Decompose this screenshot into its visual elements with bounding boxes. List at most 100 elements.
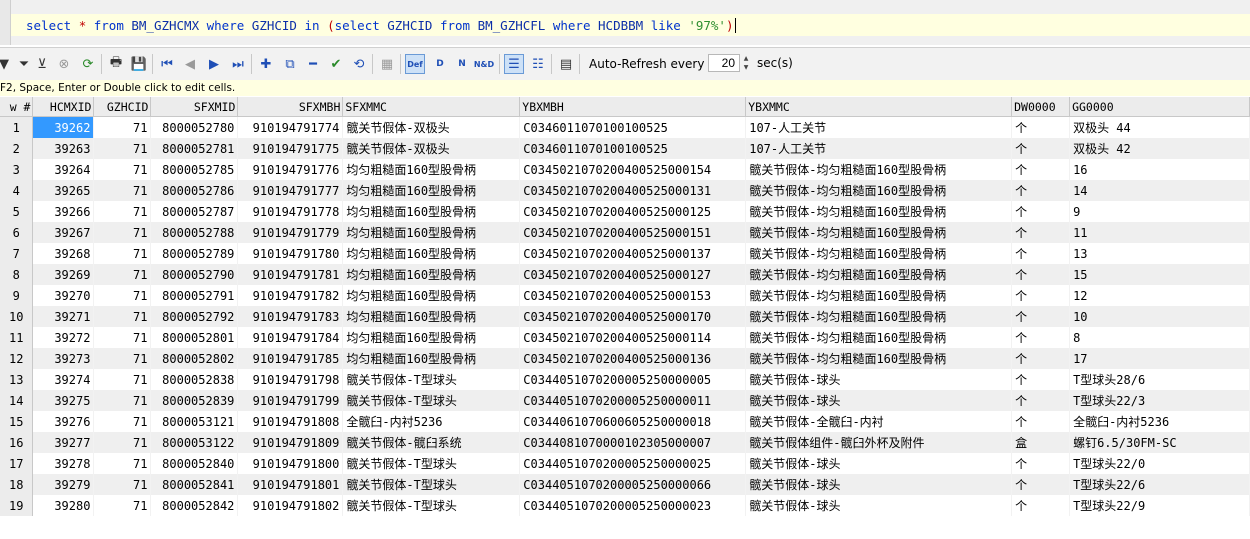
table-cell[interactable]: 8 bbox=[1069, 327, 1250, 348]
column-header-gzhcid[interactable]: GZHCID bbox=[93, 97, 152, 117]
row-number[interactable]: 10 bbox=[0, 306, 34, 327]
table-cell[interactable]: 910194791809 bbox=[237, 432, 344, 453]
table-row[interactable]: 14 39275 71 8000052839 910194791799 髋关节假体-T型球… bbox=[0, 390, 1250, 411]
table-cell[interactable]: 髋关节假体-均匀粗糙面160型股骨柄 bbox=[745, 348, 1013, 369]
table-cell[interactable]: C0345021070200400525000136 bbox=[519, 348, 747, 369]
table-cell[interactable]: 71 bbox=[93, 306, 152, 327]
table-cell[interactable]: 39262 bbox=[32, 116, 95, 138]
table-cell[interactable]: 71 bbox=[93, 243, 152, 264]
table-cell[interactable]: 均匀粗糙面160型股骨柄 bbox=[342, 285, 521, 306]
table-cell[interactable]: 39265 bbox=[32, 180, 95, 201]
table-cell[interactable]: T型球头22/3 bbox=[1069, 390, 1250, 411]
table-cell[interactable]: 均匀粗糙面160型股骨柄 bbox=[342, 348, 521, 369]
table-cell[interactable]: 910194791799 bbox=[237, 390, 344, 411]
table-cell[interactable]: C0345021070200400525000131 bbox=[519, 180, 747, 201]
filter-icon[interactable]: ⏷ bbox=[14, 54, 34, 74]
table-cell[interactable]: C0345021070200400525000127 bbox=[519, 264, 747, 285]
table-cell[interactable]: 39272 bbox=[32, 327, 95, 348]
table-cell[interactable]: 39277 bbox=[32, 432, 95, 453]
table-cell[interactable]: 14 bbox=[1069, 180, 1250, 201]
refresh-record-icon[interactable]: ⟲ bbox=[349, 54, 369, 74]
table-cell[interactable]: 髋关节假体-T型球头 bbox=[342, 474, 521, 495]
table-cell[interactable]: 39269 bbox=[32, 264, 95, 285]
table-cell[interactable]: 髋关节假体-均匀粗糙面160型股骨柄 bbox=[745, 222, 1013, 243]
table-cell[interactable]: 71 bbox=[93, 116, 152, 138]
table-cell[interactable]: 髋关节假体-均匀粗糙面160型股骨柄 bbox=[745, 306, 1013, 327]
table-cell[interactable]: 个 bbox=[1011, 222, 1071, 243]
table-cell[interactable]: 髋关节假体-均匀粗糙面160型股骨柄 bbox=[745, 285, 1013, 306]
table-row[interactable]: 5 39266 71 8000052787 910194791778 均匀粗糙面160型股… bbox=[0, 201, 1250, 222]
sql-editor[interactable]: select * from BM_GZHCMX where GZHCID in … bbox=[0, 0, 1250, 45]
row-number[interactable]: 4 bbox=[0, 180, 34, 201]
table-cell[interactable]: 39279 bbox=[32, 474, 95, 495]
table-cell[interactable]: 髋关节假体-均匀粗糙面160型股骨柄 bbox=[745, 180, 1013, 201]
table-cell[interactable]: 11 bbox=[1069, 222, 1250, 243]
table-cell[interactable]: 8000053122 bbox=[150, 432, 239, 453]
table-cell[interactable]: 全髋臼-内衬5236 bbox=[342, 411, 521, 432]
column-header-sfxmmc[interactable]: SFXMMC bbox=[342, 97, 521, 117]
table-cell[interactable]: 8000053121 bbox=[150, 411, 239, 432]
table-cell[interactable]: 71 bbox=[93, 264, 152, 285]
table-cell[interactable]: 髋关节假体-球头 bbox=[745, 453, 1013, 474]
table-cell[interactable]: 髋关节假体-球头 bbox=[745, 495, 1013, 516]
table-cell[interactable]: 髋关节假体-球头 bbox=[745, 474, 1013, 495]
table-cell[interactable]: T型球头22/6 bbox=[1069, 474, 1250, 495]
table-cell[interactable]: 个 bbox=[1011, 243, 1071, 264]
last-record-icon[interactable]: ⏭ bbox=[228, 54, 248, 74]
row-number[interactable]: 11 bbox=[0, 327, 34, 348]
table-row[interactable]: 13 39274 71 8000052838 910194791798 髋关节假体-T型球… bbox=[0, 369, 1250, 390]
column-header-sfxmbh[interactable]: SFXMBH bbox=[237, 97, 344, 117]
table-cell[interactable]: 39268 bbox=[32, 243, 95, 264]
cancel-icon[interactable]: ⊗ bbox=[54, 54, 74, 74]
table-cell[interactable]: C0345021070200400525000154 bbox=[519, 159, 747, 180]
table-cell[interactable]: 39275 bbox=[32, 390, 95, 411]
table-cell[interactable]: 910194791781 bbox=[237, 264, 344, 285]
row-number[interactable]: 7 bbox=[0, 243, 34, 264]
form-view-icon[interactable]: ☷ bbox=[528, 54, 548, 74]
column-header-ybxmmc[interactable]: YBXMMC bbox=[745, 97, 1013, 117]
table-cell[interactable]: 8000052840 bbox=[150, 453, 239, 474]
table-cell[interactable]: 8000052789 bbox=[150, 243, 239, 264]
table-cell[interactable]: 个 bbox=[1011, 201, 1071, 222]
row-number[interactable]: 14 bbox=[0, 390, 34, 411]
table-cell[interactable]: 个 bbox=[1011, 138, 1071, 159]
next-record-icon[interactable]: ▶ bbox=[204, 54, 224, 74]
row-number[interactable]: 12 bbox=[0, 348, 34, 369]
table-cell[interactable]: 71 bbox=[93, 411, 152, 432]
table-cell[interactable]: 910194791798 bbox=[237, 369, 344, 390]
table-cell[interactable]: 个 bbox=[1011, 327, 1071, 348]
table-cell[interactable]: 螺钉6.5/30FM-SC bbox=[1069, 432, 1250, 453]
table-row[interactable]: 12 39273 71 8000052802 910194791785 均匀粗糙面160型… bbox=[0, 348, 1250, 369]
duplicate-record-icon[interactable]: ⧉ bbox=[280, 54, 300, 74]
table-cell[interactable]: 个 bbox=[1011, 180, 1071, 201]
table-cell[interactable]: C0344051070200005250000025 bbox=[519, 453, 747, 474]
table-row[interactable]: 4 39265 71 8000052786 910194791777 均匀粗糙面160型股… bbox=[0, 180, 1250, 201]
row-number[interactable]: 3 bbox=[0, 159, 34, 180]
prev-record-icon[interactable]: ◀ bbox=[180, 54, 200, 74]
table-row[interactable]: 15 39276 71 8000053121 910194791808 全髋臼-内衬523… bbox=[0, 411, 1250, 432]
table-row[interactable]: 16 39277 71 8000053122 910194791809 髋关节假体-髋臼系… bbox=[0, 432, 1250, 453]
clear-icon[interactable]: ▦ bbox=[377, 54, 397, 74]
interval-spinner[interactable]: ▲ ▼ bbox=[741, 54, 751, 72]
table-cell[interactable]: 910194791785 bbox=[237, 348, 344, 369]
table-cell[interactable]: T型球头22/9 bbox=[1069, 495, 1250, 516]
filter-icon[interactable]: ⊻ bbox=[32, 54, 52, 74]
table-cell[interactable]: 13 bbox=[1069, 243, 1250, 264]
table-cell[interactable]: 均匀粗糙面160型股骨柄 bbox=[342, 201, 521, 222]
table-cell[interactable]: 16 bbox=[1069, 159, 1250, 180]
table-cell[interactable]: C0344051070200005250000005 bbox=[519, 369, 747, 390]
table-row[interactable]: 3 39264 71 8000052785 910194791776 均匀粗糙面160型股… bbox=[0, 159, 1250, 180]
table-row[interactable]: 11 39272 71 8000052801 910194791784 均匀粗糙面160型… bbox=[0, 327, 1250, 348]
table-cell[interactable]: 8000052802 bbox=[150, 348, 239, 369]
table-row[interactable]: 9 39270 71 8000052791 910194791782 均匀粗糙面160型股… bbox=[0, 285, 1250, 306]
table-cell[interactable]: 39263 bbox=[32, 138, 95, 159]
table-cell[interactable]: 髋关节假体-T型球头 bbox=[342, 453, 521, 474]
column-header-hcmxid[interactable]: HCMXID bbox=[32, 97, 95, 117]
table-cell[interactable]: 910194791774 bbox=[237, 116, 344, 138]
table-cell[interactable]: 髋关节假体-均匀粗糙面160型股骨柄 bbox=[745, 327, 1013, 348]
table-cell[interactable]: 盒 bbox=[1011, 432, 1071, 453]
table-cell[interactable]: 71 bbox=[93, 432, 152, 453]
table-cell[interactable]: 71 bbox=[93, 285, 152, 306]
table-cell[interactable]: 个 bbox=[1011, 411, 1071, 432]
column-header-sfxmid[interactable]: SFXMID bbox=[150, 97, 239, 117]
